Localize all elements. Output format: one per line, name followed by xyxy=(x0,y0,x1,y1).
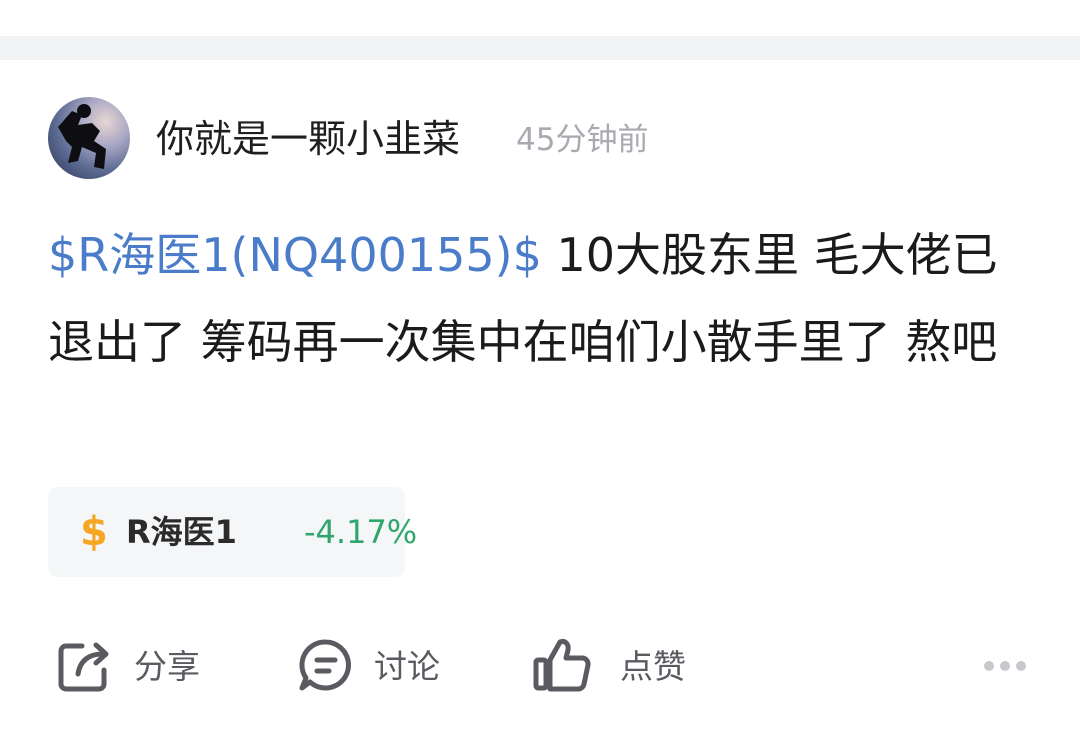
share-button[interactable]: 分享 xyxy=(58,636,218,696)
share-label: 分享 xyxy=(134,647,200,686)
thumbs-up-icon xyxy=(533,639,591,692)
share-icon xyxy=(58,642,109,692)
discuss-button[interactable]: 讨论 xyxy=(298,636,458,696)
avatar-silhouette-icon xyxy=(58,104,106,169)
post-time: 45分钟前 xyxy=(516,122,649,158)
top-divider xyxy=(0,0,1080,60)
comment-icon xyxy=(299,639,351,691)
more-options-icon[interactable] xyxy=(982,654,1028,678)
author-name[interactable]: 你就是一颗小韭菜 xyxy=(156,115,460,163)
author-avatar[interactable] xyxy=(48,97,130,179)
like-label: 点赞 xyxy=(620,647,686,686)
section-separator xyxy=(0,36,1080,60)
stock-change: -4.17% xyxy=(304,513,418,551)
like-button[interactable]: 点赞 xyxy=(532,636,702,696)
stock-chip[interactable]: $ R海医1 -4.17% xyxy=(48,487,417,577)
stock-name: R海医1 xyxy=(126,513,237,551)
stock-mention-link[interactable]: $R海医1(NQ400155)$ xyxy=(48,228,542,282)
dollar-icon: $ xyxy=(80,509,108,555)
post-body: $R海医1(NQ400155)$ 10大股东里 毛大佬已退出了 筹码再一次集中在… xyxy=(48,212,1038,386)
discuss-label: 讨论 xyxy=(374,647,440,686)
